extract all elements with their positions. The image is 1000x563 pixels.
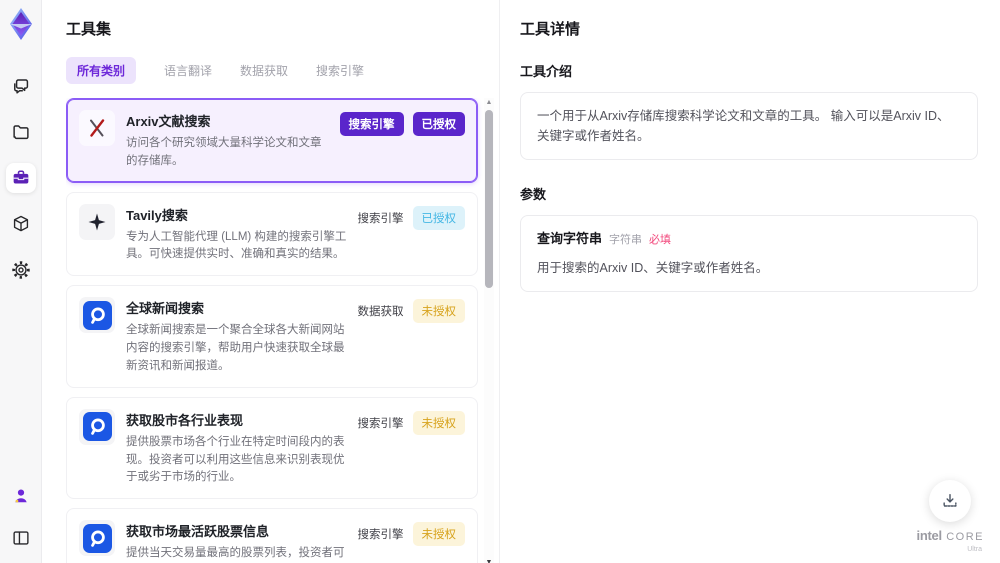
category-tabs: 所有类别 语言翻译 数据获取 搜索引擎 — [66, 57, 499, 84]
tool-intro-text: 一个用于从Arxiv存储库搜索科学论文和文章的工具。 输入可以是Arxiv ID… — [520, 92, 978, 160]
tool-auth-badge: 未授权 — [412, 410, 465, 435]
tool-icon — [79, 297, 115, 334]
tool-category-badge: 搜索引擎 — [339, 112, 404, 136]
scroll-up-icon[interactable]: ▲ — [484, 98, 494, 108]
tab-language-translation[interactable]: 语言翻译 — [164, 62, 212, 79]
tools-panel: 工具集 所有类别 语言翻译 数据获取 搜索引擎 Arxiv文献搜索 访问各个研究… — [42, 0, 500, 563]
tool-icon — [79, 110, 115, 146]
param-required-badge: 必填 — [649, 234, 672, 246]
param-card: 查询字符串 字符串 必填 用于搜索的Arxiv ID、关键字或作者姓名。 — [520, 215, 978, 292]
toolbox-icon[interactable] — [5, 163, 36, 193]
tool-card[interactable]: Arxiv文献搜索 访问各个研究领域大量科学论文和文章的存储库。 搜索引擎 已授… — [66, 98, 478, 183]
tool-category-badge: 搜索引擎 — [357, 529, 404, 542]
tool-title: 获取市场最活跃股票信息 — [126, 524, 270, 540]
tool-description: 访问各个研究领域大量科学论文和文章的存储库。 — [126, 137, 322, 167]
tool-list: Arxiv文献搜索 访问各个研究领域大量科学论文和文章的存储库。 搜索引擎 已授… — [66, 98, 478, 563]
app-window: 工具集 所有类别 语言翻译 数据获取 搜索引擎 Arxiv文献搜索 访问各个研究… — [0, 0, 1000, 563]
tool-card[interactable]: 获取市场最活跃股票信息 提供当天交易量最高的股票列表，投资者可以利用这些信息来识… — [66, 508, 478, 563]
details-panel-title: 工具详情 — [520, 21, 581, 38]
brand-intel: intel — [916, 528, 943, 543]
rail-nav — [5, 71, 36, 285]
tool-icon — [79, 520, 115, 557]
brand-ultra: Ultra — [967, 546, 982, 553]
tool-main: 获取市场最活跃股票信息 提供当天交易量最高的股票列表，投资者可以利用这些信息来识… — [126, 520, 347, 563]
param-type: 字符串 — [609, 234, 643, 246]
details-panel: 工具详情 工具介绍 一个用于从Arxiv存储库搜索科学论文和文章的工具。 输入可… — [500, 0, 1000, 563]
tool-badges: 搜索引擎 已授权 — [339, 110, 465, 171]
tool-icon — [79, 203, 115, 240]
tool-badges: 搜索引擎 未授权 — [357, 520, 465, 563]
tool-list-wrap: Arxiv文献搜索 访问各个研究领域大量科学论文和文章的存储库。 搜索引擎 已授… — [66, 98, 494, 563]
q-logo-icon — [82, 523, 112, 553]
tool-main: 获取股市各行业表现 提供股票市场各个行业在特定时间段内的表现。投资者可以利用这些… — [126, 409, 347, 487]
tool-description: 提供股票市场各个行业在特定时间段内的表现。投资者可以利用这些信息来识别表现优于或… — [126, 435, 345, 484]
tool-category-badge: 搜索引擎 — [357, 212, 404, 225]
app-logo-icon — [6, 7, 36, 41]
tool-card[interactable]: 全球新闻搜索 全球新闻搜索是一个聚合全球各大新闻网站内容的搜索引擎，帮助用户快速… — [66, 285, 478, 388]
tool-description: 提供当天交易量最高的股票列表，投资者可以利用这些信息来识别流动性强的股票和潜在的… — [126, 547, 345, 560]
tool-title: 获取股市各行业表现 — [126, 412, 244, 428]
scrollbar[interactable]: ▲ ▼ — [484, 98, 494, 563]
param-name: 查询字符串 — [537, 231, 603, 246]
sparkle-icon — [88, 213, 106, 231]
tab-search-engine[interactable]: 搜索引擎 — [316, 62, 364, 79]
tool-category-badge: 数据获取 — [357, 306, 404, 319]
tool-badges: 搜索引擎 未授权 — [357, 409, 465, 487]
tab-data-retrieval[interactable]: 数据获取 — [240, 62, 288, 79]
download-icon — [943, 494, 957, 507]
folder-icon[interactable] — [6, 117, 36, 147]
tools-panel-title: 工具集 — [66, 21, 112, 38]
tool-card[interactable]: Tavily搜索 专为人工智能代理 (LLM) 构建的搜索引擎工具。可快速提供实… — [66, 191, 478, 277]
tool-category-badge: 搜索引擎 — [357, 417, 404, 430]
tool-card[interactable]: 获取股市各行业表现 提供股票市场各个行业在特定时间段内的表现。投资者可以利用这些… — [66, 396, 478, 500]
brand-core: CORE — [946, 531, 984, 543]
scrollbar-thumb[interactable] — [485, 110, 493, 288]
param-description: 用于搜索的Arxiv ID、关键字或作者姓名。 — [537, 260, 769, 275]
user-icon[interactable] — [6, 481, 36, 511]
rail-bottom — [6, 481, 36, 553]
tool-title: 全球新闻搜索 — [126, 301, 205, 317]
tool-title: Arxiv文献搜索 — [126, 114, 211, 129]
tool-auth-badge: 已授权 — [412, 205, 465, 230]
tool-icon — [79, 408, 115, 445]
chat-icon[interactable] — [6, 71, 36, 101]
intro-section-title: 工具介绍 — [520, 64, 573, 79]
tool-main: Arxiv文献搜索 访问各个研究领域大量科学论文和文章的存储库。 — [126, 110, 329, 171]
arxiv-logo-icon — [90, 119, 105, 137]
tool-badges: 数据获取 未授权 — [357, 297, 465, 375]
left-icon-rail — [0, 0, 42, 563]
tool-main: 全球新闻搜索 全球新闻搜索是一个聚合全球各大新闻网站内容的搜索引擎，帮助用户快速… — [126, 297, 347, 375]
scroll-down-icon[interactable]: ▼ — [484, 558, 494, 563]
q-logo-icon — [82, 412, 112, 442]
tool-title: Tavily搜索 — [126, 207, 188, 223]
tool-badges: 搜索引擎 已授权 — [357, 204, 465, 265]
tool-auth-badge: 已授权 — [412, 112, 465, 136]
tool-auth-badge: 未授权 — [412, 522, 465, 547]
q-logo-icon — [82, 300, 112, 330]
corner-widgets: intel CORE Ultra — [917, 480, 984, 553]
intel-core-logo: intel CORE Ultra — [917, 528, 984, 553]
tool-description: 专为人工智能代理 (LLM) 构建的搜索引擎工具。可快速提供实时、准确和真实的结… — [126, 230, 347, 261]
tool-main: Tavily搜索 专为人工智能代理 (LLM) 构建的搜索引擎工具。可快速提供实… — [126, 204, 347, 265]
params-section-title: 参数 — [520, 187, 547, 202]
tool-description: 全球新闻搜索是一个聚合全球各大新闻网站内容的搜索引擎，帮助用户快速获取全球最新资… — [126, 324, 345, 372]
param-head: 查询字符串 字符串 必填 — [537, 229, 961, 250]
download-button[interactable] — [929, 480, 972, 522]
settings-icon[interactable] — [6, 255, 36, 285]
panel-toggle-icon[interactable] — [6, 523, 36, 553]
tool-auth-badge: 未授权 — [412, 299, 465, 324]
tab-all-categories[interactable]: 所有类别 — [66, 57, 137, 84]
cube-icon[interactable] — [6, 209, 36, 239]
